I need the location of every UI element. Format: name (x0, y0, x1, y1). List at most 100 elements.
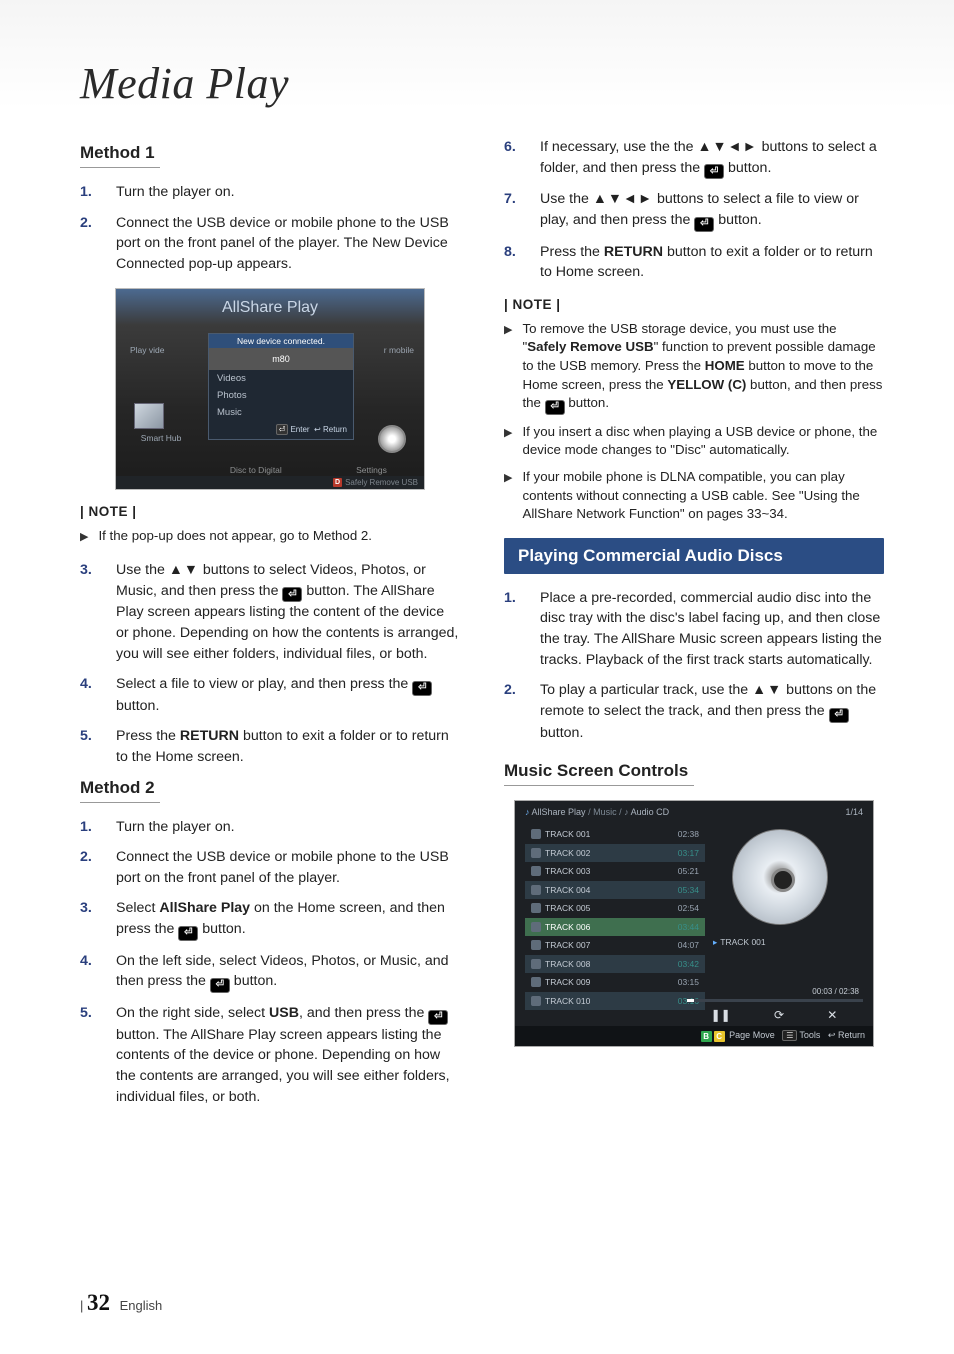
track-icon (531, 903, 541, 913)
disc-to-digital-label: Disc to Digital (230, 465, 282, 475)
music-screenshot: ♪ AllShare Play / Music / ♪ Audio CD 1/1… (514, 800, 874, 1047)
time-display: 00:03 / 02:38 (812, 987, 859, 996)
track-icon (531, 996, 541, 1006)
settings-label: Settings (356, 465, 387, 475)
manual-page: Media Play Method 1 1.Turn the player on… (0, 0, 954, 1354)
audio-step2-body: To play a particular track, use the ▲▼ b… (540, 680, 884, 743)
track-row: TRACK 00405:34 (525, 881, 705, 900)
page-inner: Media Play Method 1 1.Turn the player on… (0, 0, 954, 1157)
music-top-bar: ♪ AllShare Play / Music / ♪ Audio CD 1/1… (515, 801, 873, 823)
step: 8.Press the RETURN button to exit a fold… (504, 242, 884, 283)
track-icon (531, 866, 541, 876)
track-name: TRACK 004 (545, 885, 678, 895)
track-name: TRACK 010 (545, 996, 678, 1006)
track-icon (531, 959, 541, 969)
method1-steps: 1.Turn the player on. 2.Connect the USB … (80, 182, 460, 274)
step: 1.Turn the player on. (80, 817, 460, 838)
pause-icon: ❚❚ (711, 1008, 731, 1022)
note-item: ▶If your mobile phone is DLNA compatible… (504, 468, 884, 524)
smart-hub-label: Smart Hub (130, 433, 192, 443)
step: 4.Select a file to view or play, and the… (80, 674, 460, 716)
track-name: TRACK 008 (545, 959, 678, 969)
note1-body: To remove the USB storage device, you mu… (522, 320, 884, 415)
step: 5.Press the RETURN button to exit a fold… (80, 726, 460, 767)
track-name: TRACK 006 (545, 922, 678, 932)
page-language: English (120, 1298, 163, 1313)
music-controls-heading: Music Screen Controls (504, 761, 884, 781)
step: 2.Connect the USB device or mobile phone… (80, 847, 460, 888)
popup-device-name: m80 (209, 348, 353, 370)
triangle-bullet-icon: ▶ (504, 471, 512, 524)
step: 1.Place a pre-recorded, commercial audio… (504, 588, 884, 670)
track-time: 03:42 (678, 959, 699, 969)
triangle-bullet-icon: ▶ (504, 426, 512, 460)
allshare-inner: AllShare Play Play vide Smart Hub New de… (116, 289, 424, 489)
left-column: Method 1 1.Turn the player on. 2.Connect… (80, 137, 460, 1117)
popup-item-videos: Videos (209, 370, 353, 387)
popup-item-photos: Photos (209, 387, 353, 404)
track-row: TRACK 01003:16 (525, 992, 705, 1011)
track-icon (531, 922, 541, 932)
page-number: 32 (87, 1290, 110, 1315)
enter-icon: ⏎ (694, 217, 714, 232)
m2-step5-body: On the right side, select USB, and then … (116, 1003, 460, 1107)
page-footer: | 32 English (80, 1290, 162, 1316)
page-title: Media Play (80, 58, 884, 109)
breadcrumb: ♪ AllShare Play / Music / ♪ Audio CD (525, 807, 669, 817)
allshare-bottom-row: . Disc to Digital Settings (116, 465, 424, 475)
method1-heading: Method 1 (80, 143, 460, 163)
track-row: TRACK 00603:44 (525, 918, 705, 937)
step-6-body: If necessary, use the the ▲▼◄► buttons t… (540, 137, 884, 179)
now-playing: ▸TRACK 001 (713, 937, 847, 948)
playback-controls: ❚❚ ⟳ ✕ (689, 1008, 859, 1022)
step: 7.Use the ▲▼◄► buttons to select a file … (504, 189, 884, 231)
track-name: TRACK 009 (545, 977, 678, 987)
step-7-body: Use the ▲▼◄► buttons to select a file to… (540, 189, 884, 231)
m2-step4-body: On the left side, select Videos, Photos,… (116, 951, 460, 993)
method1-rule (80, 167, 160, 168)
tools-key-icon: ☰ (782, 1030, 797, 1041)
repeat-icon: ⟳ (774, 1008, 784, 1022)
step-5-body: Press the RETURN button to exit a folder… (116, 726, 460, 767)
enter-icon: ⏎ (545, 400, 565, 415)
track-row: TRACK 00502:54 (525, 899, 705, 918)
step: 6.If necessary, use the the ▲▼◄► buttons… (504, 137, 884, 179)
step: 2.To play a particular track, use the ▲▼… (504, 680, 884, 743)
track-icon (531, 885, 541, 895)
enter-icon: ⏎ (178, 926, 198, 941)
cd-icon (732, 829, 828, 925)
b-key-chip: B (701, 1031, 712, 1042)
track-time: 03:44 (678, 922, 699, 932)
note-label: | NOTE | (80, 504, 460, 519)
audio-disc-steps: 1.Place a pre-recorded, commercial audio… (504, 588, 884, 743)
enter-icon: ⏎ (210, 978, 230, 993)
triangle-bullet-icon: ▶ (80, 530, 88, 546)
step-3-body: Use the ▲▼ buttons to select Videos, Pho… (116, 560, 460, 664)
enter-icon: ⏎ (704, 164, 724, 179)
note-label: | NOTE | (504, 297, 884, 312)
track-name: TRACK 003 (545, 866, 678, 876)
track-name: TRACK 001 (545, 829, 678, 839)
method1-notes: ▶If the pop-up does not appear, go to Me… (80, 527, 460, 546)
progress-bar (687, 999, 863, 1002)
d-key-chip: D (333, 478, 342, 487)
step: 4.On the left side, select Videos, Photo… (80, 951, 460, 993)
enter-icon: ⏎ (428, 1010, 448, 1025)
track-time: 03:17 (678, 848, 699, 858)
step: 1.Turn the player on. (80, 182, 460, 203)
allshare-right-text: r mobile (384, 345, 414, 355)
step: 5.On the right side, select USB, and the… (80, 1003, 460, 1107)
track-name: TRACK 002 (545, 848, 678, 858)
allshare-left-text: Play vide Smart Hub (130, 345, 192, 443)
enter-icon: ⏎ (282, 587, 302, 602)
m2-step3-body: Select AllShare Play on the Home screen,… (116, 898, 460, 940)
track-time: 05:21 (678, 866, 699, 876)
track-icon (531, 848, 541, 858)
two-column-layout: Method 1 1.Turn the player on. 2.Connect… (80, 137, 884, 1117)
track-row: TRACK 00305:21 (525, 862, 705, 881)
new-device-popup: New device connected. m80 Videos Photos … (208, 333, 354, 440)
step: 3.Use the ▲▼ buttons to select Videos, P… (80, 560, 460, 664)
track-row: TRACK 00102:38 (525, 825, 705, 844)
note-item: ▶To remove the USB storage device, you m… (504, 320, 884, 415)
track-time: 02:38 (678, 829, 699, 839)
